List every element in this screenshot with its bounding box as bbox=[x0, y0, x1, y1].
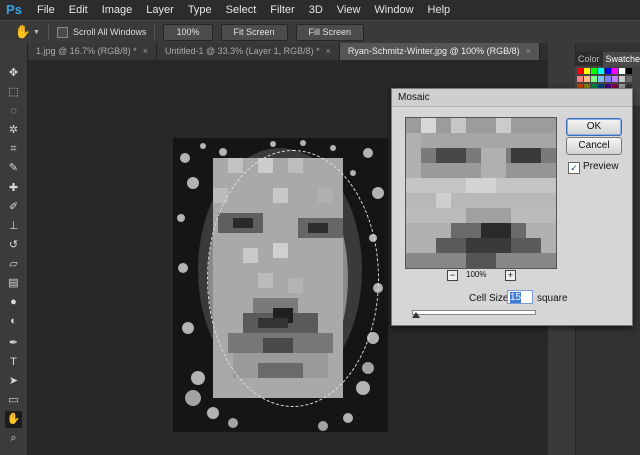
marquee-tool-icon[interactable]: ⬚ bbox=[5, 84, 22, 101]
swatch[interactable] bbox=[598, 68, 604, 74]
tab-label: Ryan-Schmitz-Winter.jpg @ 100% (RGB/8) bbox=[347, 46, 520, 56]
cell-size-unit: square bbox=[537, 293, 568, 304]
clone-stamp-tool-icon[interactable]: ⊥ bbox=[5, 218, 22, 235]
zoom-100-button[interactable]: 100% bbox=[163, 23, 213, 41]
preview-label: Preview bbox=[583, 161, 619, 172]
zoom-in-button[interactable]: + bbox=[505, 270, 516, 281]
brush-tool-icon[interactable]: ✐ bbox=[5, 199, 22, 216]
zoom-tool-icon[interactable]: ⌕ bbox=[5, 430, 22, 447]
tab-document-1[interactable]: 1.jpg @ 16.7% (RGB/8) * × bbox=[28, 43, 157, 60]
mosaic-dialog: Mosaic OK Cancel ✓ Preview − 100% + Cell… bbox=[391, 88, 633, 326]
tab-label: 1.jpg @ 16.7% (RGB/8) * bbox=[36, 46, 137, 56]
menu-view[interactable]: View bbox=[330, 0, 368, 20]
scroll-all-windows-label: Scroll All Windows bbox=[72, 27, 147, 37]
swatch[interactable] bbox=[584, 76, 590, 82]
swatch[interactable] bbox=[584, 68, 590, 74]
healing-tool-icon[interactable]: ✚ bbox=[5, 180, 22, 197]
preview-checkbox[interactable]: ✓ bbox=[568, 162, 580, 174]
menu-select[interactable]: Select bbox=[219, 0, 264, 20]
tab-label: Untitled-1 @ 33.3% (Layer 1, RGB/8) * bbox=[164, 46, 320, 56]
fill-screen-button[interactable]: Fill Screen bbox=[295, 23, 365, 41]
cell-size-label: Cell Size: bbox=[469, 293, 512, 304]
swatch[interactable] bbox=[591, 68, 597, 74]
tab-color[interactable]: Color bbox=[575, 52, 603, 66]
rectangle-tool-icon[interactable]: ▭ bbox=[5, 392, 22, 409]
path-select-tool-icon[interactable]: ➤ bbox=[5, 373, 22, 390]
close-icon[interactable]: × bbox=[526, 43, 531, 60]
hand-tool-preset-icon[interactable]: ✋ bbox=[14, 24, 32, 40]
move-tool-icon[interactable]: ✥ bbox=[5, 65, 22, 82]
preview-zoom-level: 100% bbox=[466, 270, 487, 279]
cell-size-value: 15 bbox=[510, 292, 522, 303]
tools-panel: ✥ ⬚ ◌ ✲ ⌗ ✎ ✚ ✐ ⊥ ↺ ▱ ▤ ● ◐ ✒ T ➤ ▭ ✋ ⌕ bbox=[0, 43, 28, 455]
dialog-title[interactable]: Mosaic bbox=[392, 89, 632, 107]
photoshop-logo: Ps bbox=[6, 2, 22, 17]
hand-tool-icon[interactable]: ✋ bbox=[5, 411, 22, 428]
slider-handle[interactable] bbox=[412, 312, 420, 318]
close-icon[interactable]: × bbox=[143, 43, 148, 60]
menu-edit[interactable]: Edit bbox=[62, 0, 95, 20]
blur-tool-icon[interactable]: ● bbox=[5, 294, 22, 311]
menu-image[interactable]: Image bbox=[95, 0, 140, 20]
menu-file[interactable]: File bbox=[30, 0, 62, 20]
menu-help[interactable]: Help bbox=[421, 0, 458, 20]
menu-bar: Ps File Edit Image Layer Type Select Fil… bbox=[0, 0, 640, 20]
chevron-down-icon[interactable]: ▼ bbox=[33, 29, 40, 36]
swatch[interactable] bbox=[577, 68, 583, 74]
panel-tabs: Color Swatches bbox=[575, 52, 640, 66]
dodge-tool-icon[interactable]: ◐ bbox=[5, 313, 22, 330]
pen-tool-icon[interactable]: ✒ bbox=[5, 335, 22, 352]
swatch[interactable] bbox=[605, 68, 611, 74]
swatch[interactable] bbox=[612, 68, 618, 74]
swatch[interactable] bbox=[626, 76, 632, 82]
selection-marquee bbox=[207, 150, 379, 407]
swatch[interactable] bbox=[619, 68, 625, 74]
divider bbox=[47, 24, 49, 40]
preview-mosaic bbox=[406, 118, 556, 268]
divider bbox=[154, 24, 156, 40]
tab-document-2[interactable]: Untitled-1 @ 33.3% (Layer 1, RGB/8) * × bbox=[156, 43, 340, 60]
eraser-tool-icon[interactable]: ▱ bbox=[5, 256, 22, 273]
quick-select-tool-icon[interactable]: ✲ bbox=[5, 122, 22, 139]
gradient-tool-icon[interactable]: ▤ bbox=[5, 275, 22, 292]
history-brush-tool-icon[interactable]: ↺ bbox=[5, 237, 22, 254]
menu-type[interactable]: Type bbox=[181, 0, 219, 20]
lasso-tool-icon[interactable]: ◌ bbox=[5, 103, 22, 120]
cell-size-input[interactable]: 15 bbox=[507, 290, 533, 304]
cancel-button[interactable]: Cancel bbox=[566, 137, 622, 155]
swatch[interactable] bbox=[598, 76, 604, 82]
tab-document-3[interactable]: Ryan-Schmitz-Winter.jpg @ 100% (RGB/8) × bbox=[339, 43, 540, 60]
menu-filter[interactable]: Filter bbox=[263, 0, 301, 20]
zoom-out-button[interactable]: − bbox=[447, 270, 458, 281]
fit-screen-button[interactable]: Fit Screen bbox=[220, 23, 288, 41]
swatch[interactable] bbox=[626, 68, 632, 74]
crop-tool-icon[interactable]: ⌗ bbox=[5, 141, 22, 158]
swatch[interactable] bbox=[619, 76, 625, 82]
menu-window[interactable]: Window bbox=[367, 0, 420, 20]
type-tool-icon[interactable]: T bbox=[5, 354, 22, 371]
ok-button[interactable]: OK bbox=[566, 118, 622, 136]
scroll-all-windows-checkbox[interactable] bbox=[56, 26, 68, 38]
filter-preview[interactable] bbox=[405, 117, 557, 269]
menu-3d[interactable]: 3D bbox=[302, 0, 330, 20]
eyedropper-tool-icon[interactable]: ✎ bbox=[5, 160, 22, 177]
options-bar: ✋ ▼ Scroll All Windows 100% Fit Screen F… bbox=[0, 20, 640, 44]
cell-size-slider[interactable] bbox=[412, 310, 536, 315]
swatch[interactable] bbox=[612, 76, 618, 82]
swatch[interactable] bbox=[577, 76, 583, 82]
close-icon[interactable]: × bbox=[326, 43, 331, 60]
tab-swatches[interactable]: Swatches bbox=[602, 52, 640, 66]
swatch[interactable] bbox=[605, 76, 611, 82]
swatch[interactable] bbox=[591, 76, 597, 82]
menu-layer[interactable]: Layer bbox=[139, 0, 181, 20]
